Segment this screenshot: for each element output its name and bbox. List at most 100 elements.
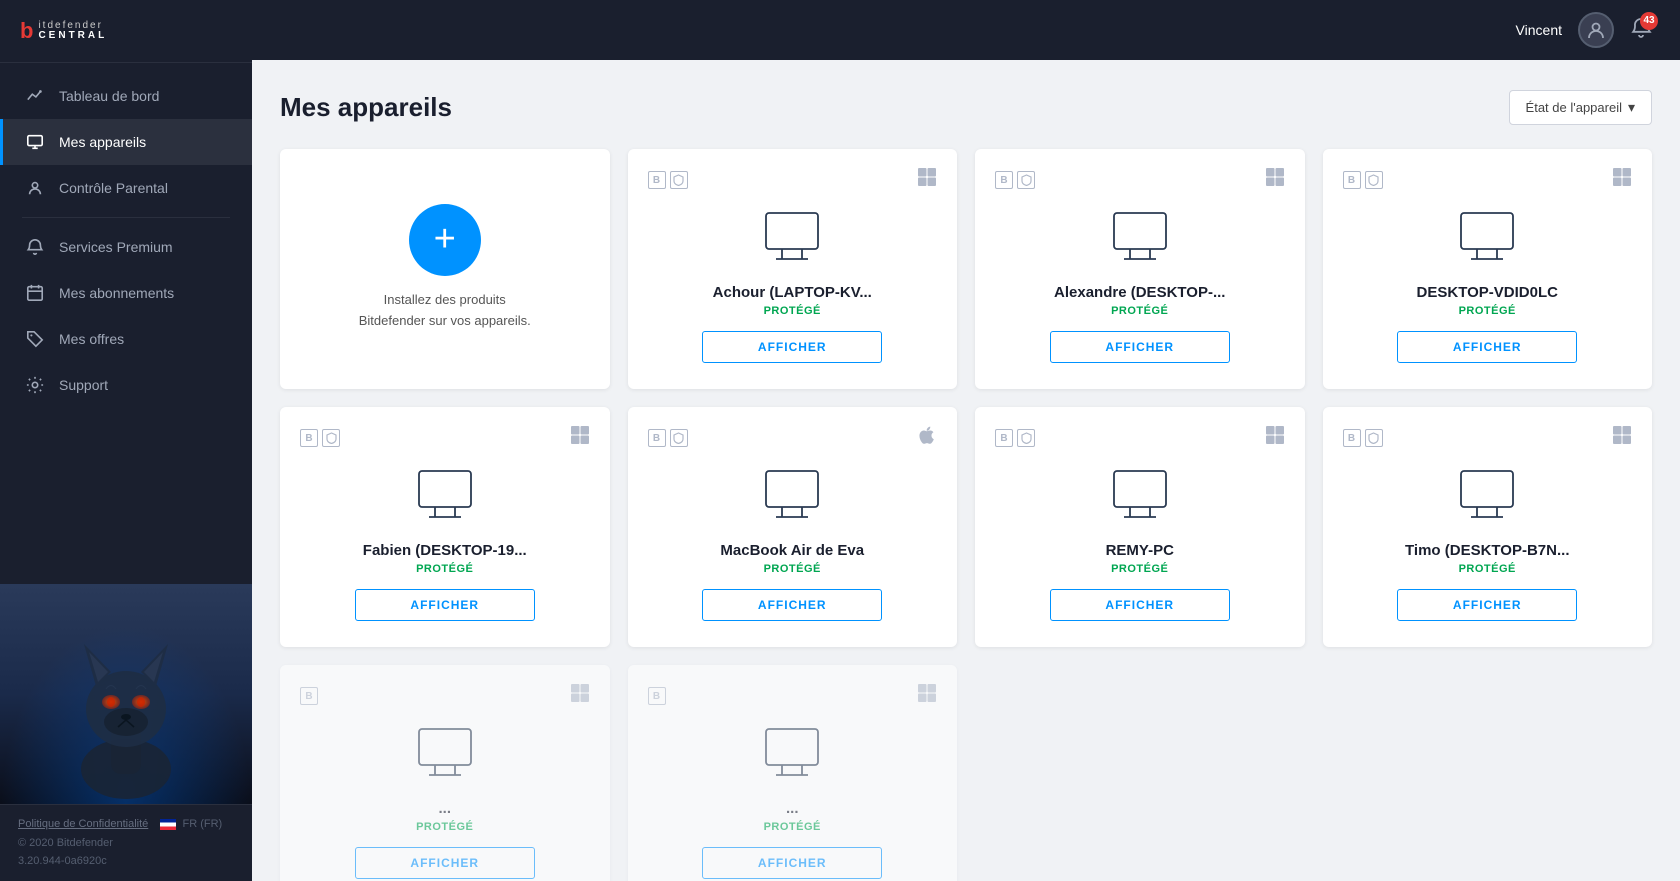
device-status: PROTÉGÉ (1459, 305, 1516, 317)
device-name: REMY-PC (995, 542, 1285, 559)
card-top-icons: B (1343, 167, 1633, 193)
badge-shield (1017, 429, 1035, 447)
device-monitor (762, 211, 822, 270)
badge-shield (322, 429, 340, 447)
language-label: FR (FR) (183, 818, 223, 830)
device-name: Alexandre (DESKTOP-... (995, 284, 1285, 301)
topbar-bell[interactable]: 43 (1630, 17, 1652, 44)
card-top-icons: B (648, 683, 938, 709)
afficher-button[interactable]: AFFICHER (702, 331, 882, 363)
device-status: PROTÉGÉ (764, 563, 821, 575)
os-icon (917, 167, 937, 193)
device-card: B REMY-PC PROTÉGÉ AFFICHER (975, 407, 1305, 647)
sidebar: b itdefender CENTRAL Tableau de bord (0, 0, 252, 881)
badge-b: B (995, 171, 1013, 189)
topbar-avatar[interactable] (1578, 12, 1614, 48)
afficher-button[interactable]: AFFICHER (355, 847, 535, 879)
devices-grid: + Installez des produits Bitdefender sur… (280, 149, 1652, 881)
device-status: PROTÉGÉ (1111, 563, 1168, 575)
sidebar-footer: Politique de Confidentialité FR (FR) © 2… (0, 804, 252, 881)
card-badges: B (995, 429, 1035, 447)
sidebar-label-support: Support (59, 377, 108, 393)
gear-icon (25, 375, 45, 395)
device-status: PROTÉGÉ (764, 821, 821, 833)
chevron-down-icon: ▾ (1628, 99, 1635, 116)
afficher-button[interactable]: AFFICHER (1397, 589, 1577, 621)
card-badges: B (648, 687, 666, 705)
sidebar-item-controle-parental[interactable]: Contrôle Parental (0, 165, 252, 211)
os-icon (1265, 425, 1285, 451)
badge-shield (670, 171, 688, 189)
badge-shield (1017, 171, 1035, 189)
brand-central: CENTRAL (38, 31, 107, 41)
brand-b-letter: b (20, 18, 32, 44)
badge-b: B (995, 429, 1013, 447)
badge-shield (670, 429, 688, 447)
sidebar-item-support[interactable]: Support (0, 362, 252, 408)
chart-icon (25, 86, 45, 106)
device-card: B Fabien (DESKTOP-19... PROTÉGÉ AFFICHER (280, 407, 610, 647)
card-badges: B (1343, 171, 1383, 189)
plus-icon: + (434, 220, 456, 258)
tag-icon (25, 329, 45, 349)
device-monitor (1457, 469, 1517, 528)
sidebar-wolf-image (0, 584, 252, 804)
device-status: PROTÉGÉ (416, 821, 473, 833)
page-title: Mes appareils (280, 92, 452, 123)
card-top-icons: B (995, 425, 1285, 451)
device-monitor (415, 727, 475, 786)
card-top-icons: B (300, 683, 590, 709)
sidebar-item-mes-abonnements[interactable]: Mes abonnements (0, 270, 252, 316)
device-card: B Achour (LAPTOP-KV... PROTÉGÉ AFFICHER (628, 149, 958, 389)
os-icon (570, 683, 590, 709)
device-status: PROTÉGÉ (1111, 305, 1168, 317)
parental-icon (25, 178, 45, 198)
afficher-button[interactable]: AFFICHER (1050, 331, 1230, 363)
sidebar-item-tableau-de-bord[interactable]: Tableau de bord (0, 73, 252, 119)
copyright-text: © 2020 Bitdefender (18, 834, 234, 853)
device-state-filter[interactable]: État de l'appareil ▾ (1509, 90, 1652, 125)
device-status: PROTÉGÉ (1459, 563, 1516, 575)
add-text-line1: Installez des produits (384, 292, 506, 307)
device-name: Timo (DESKTOP-B7N... (1343, 542, 1633, 559)
os-icon (917, 425, 937, 451)
topbar-username: Vincent (1516, 22, 1562, 38)
afficher-button[interactable]: AFFICHER (702, 847, 882, 879)
bell-menu-icon (25, 237, 45, 257)
badge-b: B (648, 687, 666, 705)
nav-divider (22, 217, 230, 218)
device-name: ... (300, 800, 590, 817)
sidebar-label-premium: Services Premium (59, 239, 173, 255)
sidebar-item-services-premium[interactable]: Services Premium (0, 224, 252, 270)
device-card: B MacBook Air de Eva PROTÉGÉ AFFICHER (628, 407, 958, 647)
card-top-icons: B (300, 425, 590, 451)
filter-label: État de l'appareil (1526, 100, 1622, 115)
afficher-button[interactable]: AFFICHER (1050, 589, 1230, 621)
device-monitor (415, 469, 475, 528)
card-badges: B (1343, 429, 1383, 447)
badge-b: B (300, 429, 318, 447)
device-name: ... (648, 800, 938, 817)
os-icon (570, 425, 590, 451)
badge-shield (1365, 171, 1383, 189)
afficher-button[interactable]: AFFICHER (1397, 331, 1577, 363)
device-monitor (1457, 211, 1517, 270)
flag-icon (160, 819, 176, 830)
badge-shield (1365, 429, 1383, 447)
sidebar-item-mes-offres[interactable]: Mes offres (0, 316, 252, 362)
device-name: DESKTOP-VDID0LC (1343, 284, 1633, 301)
afficher-button[interactable]: AFFICHER (355, 589, 535, 621)
badge-b: B (300, 687, 318, 705)
sidebar-header: b itdefender CENTRAL (0, 0, 252, 63)
add-device-button[interactable]: + (409, 204, 481, 276)
content-area: Mes appareils État de l'appareil ▾ + Ins… (252, 60, 1680, 881)
privacy-policy-link[interactable]: Politique de Confidentialité (18, 818, 148, 830)
add-device-card: + Installez des produits Bitdefender sur… (280, 149, 610, 389)
afficher-button[interactable]: AFFICHER (702, 589, 882, 621)
device-name: Achour (LAPTOP-KV... (648, 284, 938, 301)
device-monitor (762, 727, 822, 786)
sidebar-label-abonnements: Mes abonnements (59, 285, 174, 301)
sidebar-item-mes-appareils[interactable]: Mes appareils (0, 119, 252, 165)
add-device-text: Installez des produits Bitdefender sur v… (359, 290, 531, 332)
calendar-icon (25, 283, 45, 303)
